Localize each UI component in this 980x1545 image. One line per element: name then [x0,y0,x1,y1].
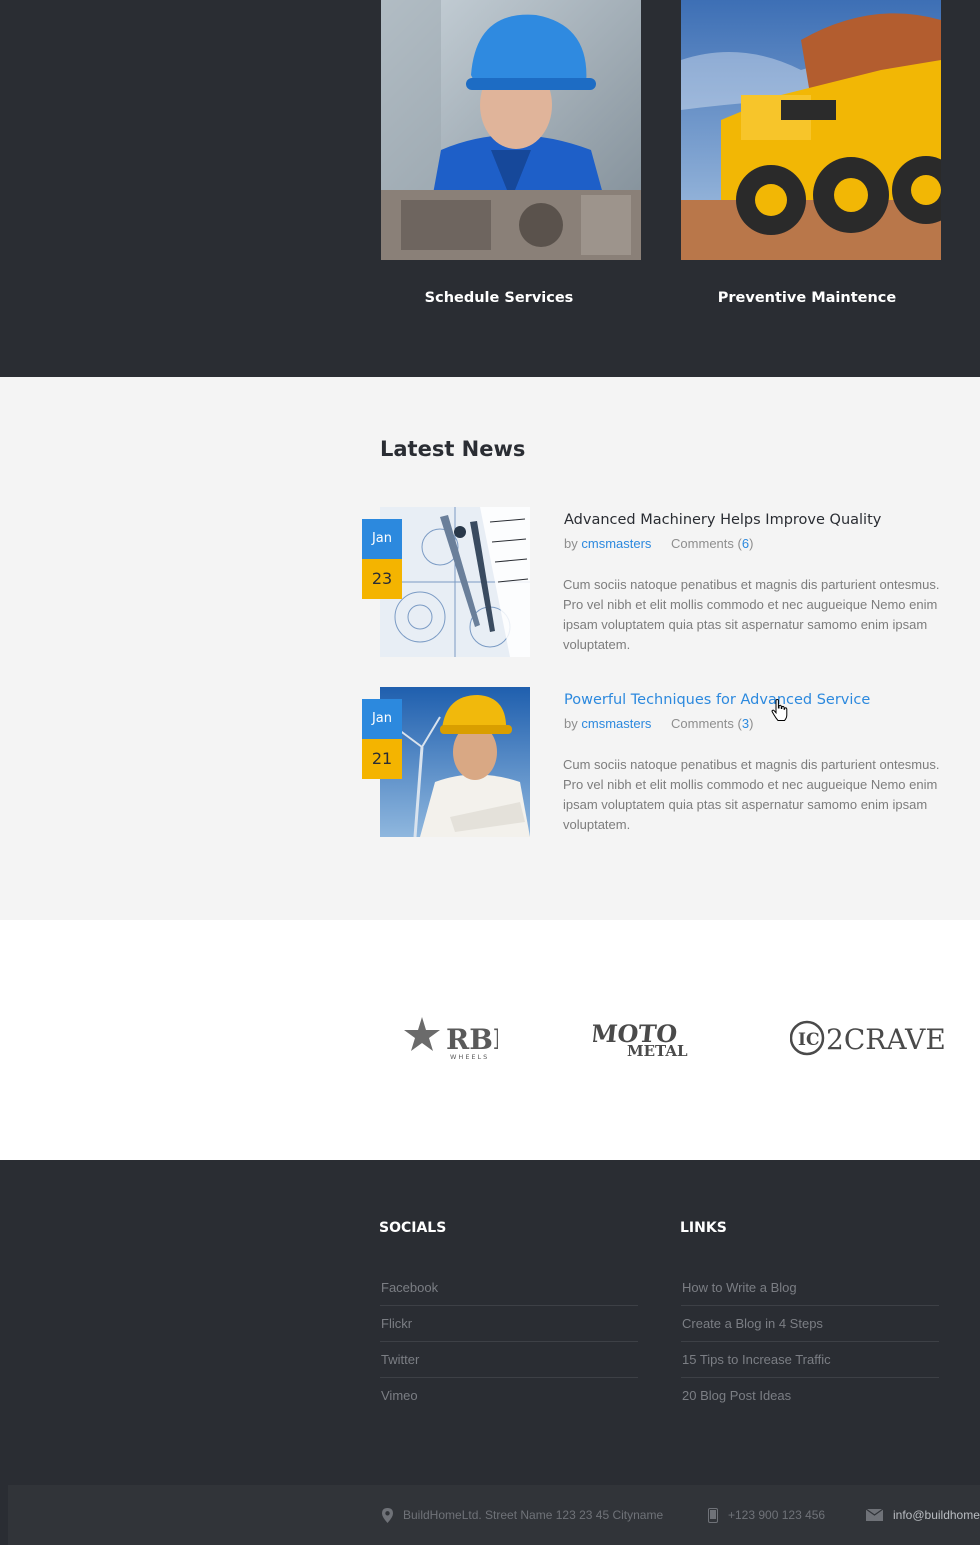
links-list: How to Write a Blog Create a Blog in 4 S… [681,1270,939,1414]
rbp-logo-wordmark: RBP [446,1023,498,1056]
metal-logo-subtext: METAL [627,1042,688,1060]
footer-link[interactable]: Create a Blog in 4 Steps [681,1306,939,1342]
post-excerpt: Cum sociis natoque penatibus et magnis d… [563,757,940,832]
post-thumbnail[interactable] [380,507,530,657]
contact-address: BuildHomeLtd. Street Name 123 23 45 City… [382,1485,663,1545]
footer-contact-bar: BuildHomeLtd. Street Name 123 23 45 City… [8,1485,980,1545]
post-by-label: by [564,716,578,731]
socials-heading: SOCIALS [379,1220,447,1236]
service-title-maintenance[interactable]: Preventive Maintence [677,290,937,306]
footer-link[interactable]: 20 Blog Post Ideas [681,1378,939,1414]
post-thumbnail[interactable] [380,687,530,837]
post-by-label: by [564,536,578,551]
contact-address-text: BuildHomeLtd. Street Name 123 23 45 City… [403,1508,664,1522]
partners-section: RBP WHEELS MOTO METAL IC 2CRAVE [0,920,980,1160]
map-pin-icon [382,1507,393,1523]
post-meta: by cmsmasters Comments (3) [564,716,753,731]
service-image-schedule[interactable] [381,0,641,260]
mobile-phone-icon [708,1507,718,1523]
post-comments-label: Comments [671,536,734,551]
post-comments-paren-close: ) [749,716,754,731]
post-date-month: Jan [362,519,402,559]
social-link-facebook[interactable]: Facebook [380,1270,638,1306]
partner-logo-moto-metal[interactable]: MOTO METAL [593,1014,689,1060]
partner-logo-2crave[interactable]: IC 2CRAVE [790,1016,946,1060]
post-date-day: 21 [362,739,402,779]
links-heading: LINKS [680,1220,727,1236]
hand-cursor-icon [771,699,788,721]
contact-phone: +123 900 123 456 [708,1485,825,1545]
post-title-link[interactable]: Powerful Techniques for Advanced Service [564,692,870,708]
rbp-logo-subtext: WHEELS [450,1053,489,1061]
2crave-logo-wordmark: 2CRAVE [826,1023,946,1056]
contact-email[interactable]: info@buildhome [866,1485,980,1545]
social-link-flickr[interactable]: Flickr [380,1306,638,1342]
envelope-icon [866,1509,883,1521]
service-image-maintenance[interactable] [681,0,941,260]
news-post: Jan 21 Powerful Techniques for Advanced … [362,687,962,837]
news-post: Jan 23 Advanced Machinery Helps Improve … [362,507,962,657]
post-date-day: 23 [362,559,402,599]
social-link-vimeo[interactable]: Vimeo [380,1378,638,1414]
services-section: Schedule Services Preventive Maintence [0,0,980,377]
partner-logo-rbp[interactable]: RBP WHEELS [402,1013,498,1061]
footer-link[interactable]: How to Write a Blog [681,1270,939,1306]
post-excerpt: Cum sociis natoque penatibus et magnis d… [563,577,940,652]
post-author-link[interactable]: cmsmasters [581,716,651,731]
socials-list: Facebook Flickr Twitter Vimeo [380,1270,638,1414]
contact-email-link[interactable]: info@buildhome [893,1508,980,1522]
footer: SOCIALS Facebook Flickr Twitter Vimeo LI… [0,1160,980,1545]
post-comments-paren-close: ) [749,536,754,551]
post-date-month: Jan [362,699,402,739]
2crave-monogram-icon: IC [798,1030,819,1050]
contact-phone-text: +123 900 123 456 [728,1508,826,1522]
post-comments-label: Comments [671,716,734,731]
post-title-link[interactable]: Advanced Machinery Helps Improve Quality [564,512,881,528]
post-meta: by cmsmasters Comments (6) [564,536,753,551]
news-heading: Latest News [380,437,526,461]
latest-news-section: Latest News Jan 23 Advanced Machinery He… [0,377,980,920]
post-author-link[interactable]: cmsmasters [581,536,651,551]
social-link-twitter[interactable]: Twitter [380,1342,638,1378]
service-title-schedule[interactable]: Schedule Services [369,290,629,306]
footer-link[interactable]: 15 Tips to Increase Traffic [681,1342,939,1378]
